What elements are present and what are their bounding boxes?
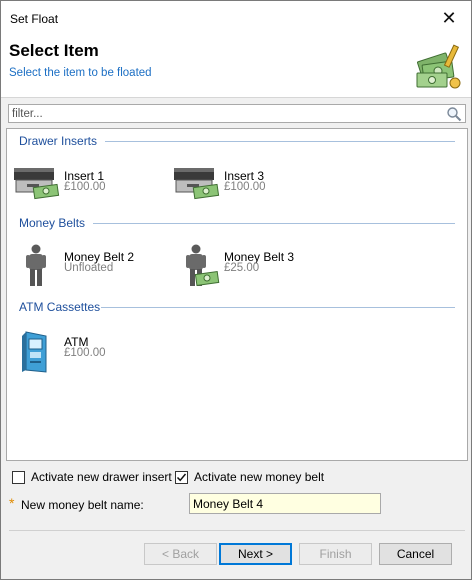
cancel-button[interactable]: Cancel <box>379 543 452 565</box>
page-subtitle: Select the item to be floated <box>9 67 152 79</box>
group-divider <box>105 141 455 142</box>
atm-icon <box>22 331 47 373</box>
wizard-header: Select Item Select the item to be floate… <box>1 35 471 97</box>
activate-drawer-insert-option[interactable]: Activate new drawer insert <box>12 469 172 485</box>
new-money-belt-name-label: New money belt name: <box>21 498 144 512</box>
group-divider <box>93 223 455 224</box>
window-title: Set Float <box>10 12 59 26</box>
group-header-drawer-inserts: Drawer Inserts <box>19 134 98 148</box>
group-header-money-belts: Money Belts <box>19 216 86 230</box>
title-bar: Set Float ✕ <box>1 1 471 35</box>
finish-button[interactable]: Finish <box>299 543 372 565</box>
group-header-atm-cassettes: ATM Cassettes <box>19 300 101 314</box>
money-float-icon <box>416 44 461 89</box>
item-value: Unfloated <box>64 262 114 274</box>
activate-money-belt-option[interactable]: Activate new money belt <box>175 469 324 485</box>
item-value: £100.00 <box>64 347 106 359</box>
person-icon <box>26 244 46 286</box>
item-money-belt-3[interactable]: Money Belt 3 £25.00 <box>172 243 322 289</box>
close-icon[interactable]: ✕ <box>427 1 471 35</box>
filter-input[interactable] <box>11 106 441 121</box>
item-money-belt-2[interactable]: Money Belt 2 Unfloated <box>12 243 162 289</box>
item-list: Drawer Inserts Insert 1 £100.00 Insert 3… <box>6 128 468 461</box>
next-button[interactable]: Next > <box>219 543 292 565</box>
new-money-belt-name-input[interactable] <box>189 493 381 514</box>
item-insert-1[interactable]: Insert 1 £100.00 <box>12 162 162 208</box>
search-icon[interactable] <box>446 106 462 122</box>
checkmark-icon <box>176 473 187 481</box>
cash-drawer-icon <box>14 168 60 200</box>
button-divider <box>9 530 465 531</box>
page-title: Select Item <box>9 41 99 60</box>
required-marker: * <box>9 495 15 511</box>
activate-drawer-insert-checkbox[interactable] <box>12 470 25 484</box>
item-value: £100.00 <box>224 181 266 193</box>
activate-money-belt-label: Activate new money belt <box>194 470 325 484</box>
item-value: £25.00 <box>224 262 260 274</box>
cash-drawer-icon <box>174 168 220 200</box>
item-value: £100.00 <box>64 181 106 193</box>
filter-box[interactable] <box>8 104 466 123</box>
set-float-dialog: Set Float ✕ Select Item Select the item … <box>0 0 472 580</box>
person-money-icon <box>186 244 220 287</box>
back-button[interactable]: < Back <box>144 543 217 565</box>
activate-drawer-insert-label: Activate new drawer insert <box>31 470 172 484</box>
item-atm[interactable]: ATM £100.00 <box>12 328 162 374</box>
group-divider <box>101 307 455 308</box>
activate-money-belt-checkbox[interactable] <box>175 470 188 484</box>
item-insert-3[interactable]: Insert 3 £100.00 <box>172 162 322 208</box>
header-divider <box>1 97 471 98</box>
